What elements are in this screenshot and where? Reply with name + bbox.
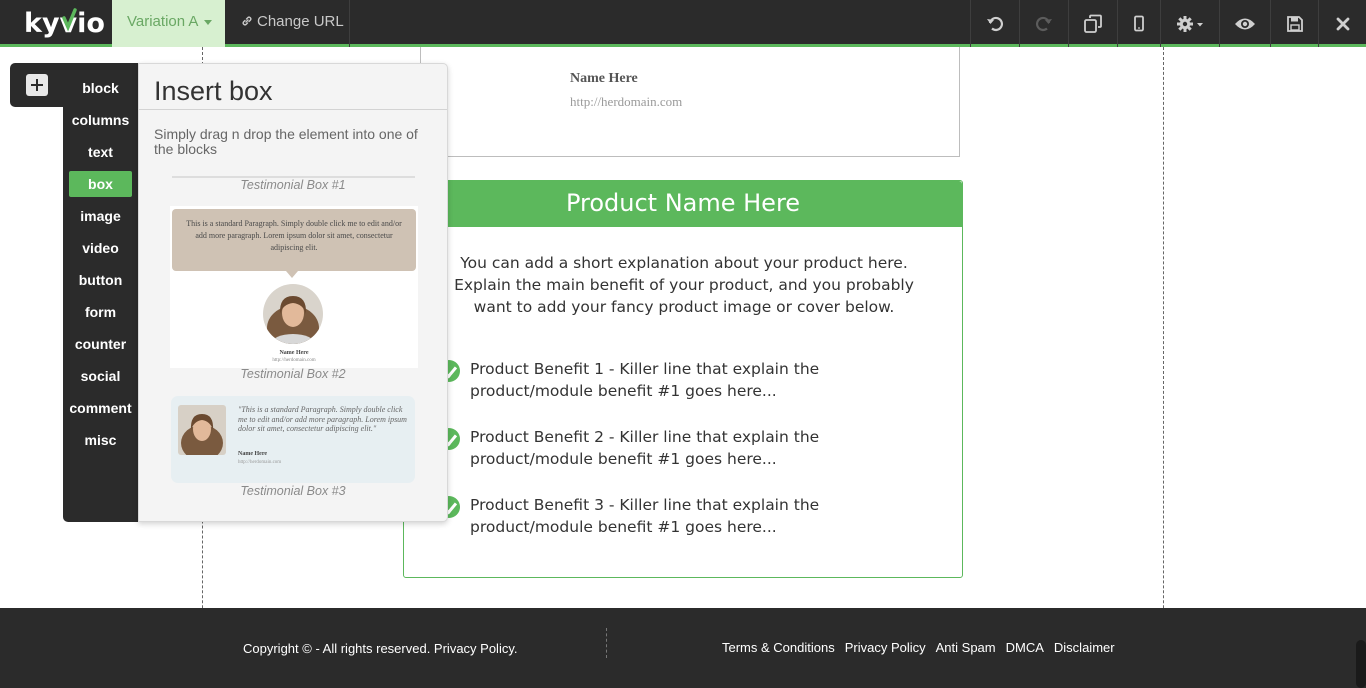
variation-label: Variation A [127,13,199,30]
category-video[interactable]: video [69,235,132,261]
footer-link-disclaimer[interactable]: Disclaimer [1054,640,1115,655]
change-url-label: Change URL [257,13,344,30]
product-box[interactable]: Product Name Here You can add a short ex… [403,180,963,578]
eye-icon [1235,18,1255,29]
category-text[interactable]: text [69,139,132,165]
product-title[interactable]: Product Name Here [404,181,962,227]
preview-button[interactable] [1219,0,1270,47]
insert-box-panel: Insert box Simply drag n drop the elemen… [138,63,448,522]
variation-dropdown[interactable]: Variation A [112,0,225,47]
testimonial-box-2-caption[interactable]: Testimonial Box #2 [139,367,447,381]
scrollbar-thumb[interactable] [1356,640,1366,688]
canvas-guide-right [1163,47,1164,688]
undo-button[interactable] [970,0,1019,47]
testimonial-bubble: This is a standard Paragraph. Simply dou… [172,209,416,271]
redo-icon [1035,16,1052,31]
testimonial-name[interactable]: Name Here [570,71,638,87]
testimonial-box-3-caption[interactable]: Testimonial Box #3 [139,484,447,498]
close-button[interactable] [1318,0,1366,47]
avatar [263,284,323,344]
category-social[interactable]: social [69,363,132,389]
add-element-button[interactable] [10,63,64,107]
link-icon [242,16,252,26]
category-block[interactable]: block [69,75,132,101]
testimonial-name: Name Here [279,350,309,356]
page-builder: Name Here http://herdomain.com Product N… [0,0,1366,688]
kyvio-logo[interactable]: kyvio [24,5,104,41]
testimonial-box-3-preview[interactable]: "This is a standard Paragraph. Simply do… [171,396,415,483]
testimonial-name: Name Here [238,451,268,457]
testimonial-quote: "This is a standard Paragraph. Simply do… [238,405,407,433]
footer-link-privacy[interactable]: Privacy Policy [845,640,926,655]
panel-description: Simply drag n drop the element into one … [154,126,418,157]
benefit-text[interactable]: Product Benefit 2 - Killer line that exp… [470,426,890,470]
chevron-down-icon [204,19,213,25]
footer-link-antispam[interactable]: Anti Spam [936,640,996,655]
footer-link-dmca[interactable]: DMCA [1006,640,1044,655]
category-comment[interactable]: comment [69,395,132,421]
category-columns[interactable]: columns [69,107,132,133]
top-toolbar: kyvio Variation A Change URL [0,0,1366,47]
undo-icon [987,16,1004,31]
bubble-pointer [286,271,298,278]
mobile-preview-button[interactable] [1117,0,1160,47]
redo-button[interactable] [1019,0,1068,47]
benefit-item[interactable]: Product Benefit 3 - Killer line that exp… [434,494,934,540]
testimonial-url: http://herdomain.com [238,460,282,465]
benefit-item[interactable]: Product Benefit 1 - Killer line that exp… [434,358,934,404]
testimonial-url: http://herdomain.com [272,358,316,363]
page-footer: Copyright © - All rights reserved. Priva… [0,608,1366,688]
footer-links: Terms & Conditions Privacy Policy Anti S… [722,640,1115,655]
benefit-text[interactable]: Product Benefit 1 - Killer line that exp… [470,358,890,402]
settings-icon [1177,15,1203,32]
mobile-icon [1134,15,1144,31]
element-category-list: block columns text box image video butto… [63,63,139,522]
category-box[interactable]: box [69,171,132,197]
panel-title: Insert box [154,76,273,106]
footer-copyright[interactable]: Copyright © - All rights reserved. Priva… [243,641,517,656]
panel-divider [139,109,447,110]
footer-divider [606,628,607,658]
benefit-text[interactable]: Product Benefit 3 - Killer line that exp… [470,494,890,538]
save-button[interactable] [1270,0,1318,47]
testimonial-card[interactable] [420,47,960,157]
save-icon [1286,15,1303,32]
testimonial-url[interactable]: http://herdomain.com [570,94,682,110]
close-icon [1336,17,1349,30]
copy-icon [1084,14,1102,33]
category-misc[interactable]: misc [69,427,132,453]
svg-text:kyvio: kyvio [24,8,104,39]
benefit-item[interactable]: Product Benefit 2 - Killer line that exp… [434,426,934,472]
footer-link-terms[interactable]: Terms & Conditions [722,640,835,655]
category-button[interactable]: button [69,267,132,293]
avatar [178,405,226,455]
testimonial-box-2-preview[interactable]: This is a standard Paragraph. Simply dou… [170,206,418,368]
plus-icon [26,74,48,96]
category-form[interactable]: form [69,299,132,325]
duplicate-button[interactable] [1068,0,1117,47]
settings-dropdown[interactable] [1160,0,1219,47]
change-url-button[interactable]: Change URL [225,0,350,47]
category-counter[interactable]: counter [69,331,132,357]
product-description[interactable]: You can add a short explanation about yo… [434,252,934,318]
category-image[interactable]: image [69,203,132,229]
testimonial-box-1-caption[interactable]: Testimonial Box #1 [139,178,447,192]
